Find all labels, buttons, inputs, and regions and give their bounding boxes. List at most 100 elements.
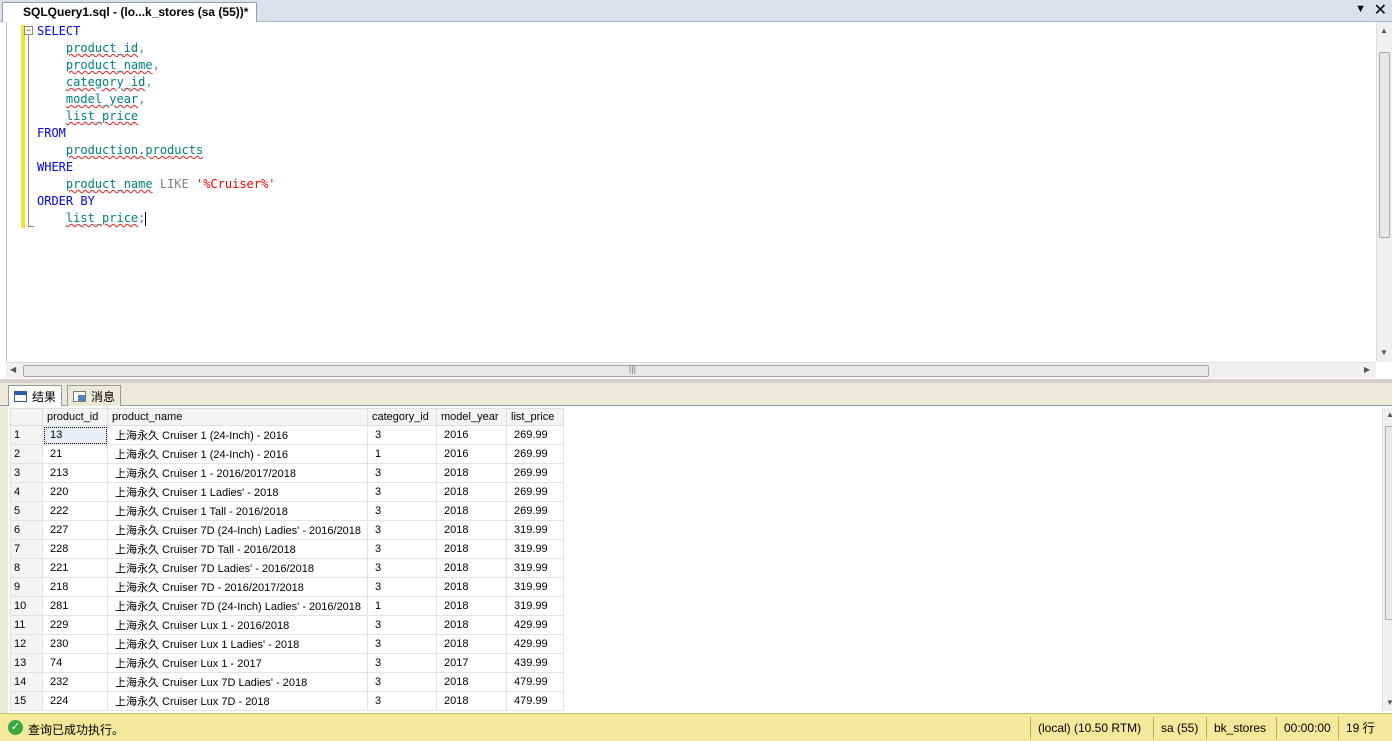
cell-category-id[interactable]: 3: [367, 539, 437, 559]
cell-category-id[interactable]: 3: [367, 653, 437, 673]
cell-product-id[interactable]: 281: [42, 596, 108, 616]
cell-product-name[interactable]: 上海永久 Cruiser 7D (24-Inch) Ladies' - 2016…: [107, 520, 368, 540]
cell-model-year[interactable]: 2018: [436, 596, 507, 616]
cell-category-id[interactable]: 1: [367, 444, 437, 464]
editor-vertical-scrollbar[interactable]: ▲ ▼: [1376, 22, 1392, 362]
cell-product-name[interactable]: 上海永久 Cruiser 7D (24-Inch) Ladies' - 2016…: [107, 596, 368, 616]
scroll-thumb[interactable]: [1379, 52, 1390, 238]
cell-product-name[interactable]: 上海永久 Cruiser 1 Tall - 2016/2018: [107, 501, 368, 521]
cell-product-name[interactable]: 上海永久 Cruiser 1 (24-Inch) - 2016: [107, 444, 368, 464]
cell-model-year[interactable]: 2018: [436, 672, 507, 692]
cell-product-name[interactable]: 上海永久 Cruiser 7D Tall - 2016/2018: [107, 539, 368, 559]
cell-list-price[interactable]: 479.99: [506, 691, 564, 711]
table-row[interactable]: 13 74 上海永久 Cruiser Lux 1 - 2017 3 2017 439.99: [10, 653, 564, 673]
cell-product-name[interactable]: 上海永久 Cruiser 7D Ladies' - 2016/2018: [107, 558, 368, 578]
row-number[interactable]: 4: [10, 482, 43, 502]
table-row[interactable]: 6 227 上海永久 Cruiser 7D (24-Inch) Ladies' - …: [10, 520, 564, 540]
cell-list-price[interactable]: 269.99: [506, 444, 564, 464]
row-number[interactable]: 11: [10, 615, 43, 635]
cell-product-id[interactable]: 21: [42, 444, 108, 464]
cell-model-year[interactable]: 2016: [436, 425, 507, 445]
code-text[interactable]: SELECT product_id, product_name, categor…: [37, 23, 275, 227]
cell-list-price[interactable]: 319.99: [506, 577, 564, 597]
scroll-thumb[interactable]: |||: [23, 364, 1209, 377]
row-number[interactable]: 15: [10, 691, 43, 711]
cell-category-id[interactable]: 3: [367, 482, 437, 502]
row-number[interactable]: 7: [10, 539, 43, 559]
cell-product-name[interactable]: 上海永久 Cruiser Lux 1 Ladies' - 2018: [107, 634, 368, 654]
row-number[interactable]: 9: [10, 577, 43, 597]
cell-product-name[interactable]: 上海永久 Cruiser Lux 7D - 2018: [107, 691, 368, 711]
tab-dropdown-icon[interactable]: ▼: [1355, 3, 1366, 15]
cell-list-price[interactable]: 319.99: [506, 520, 564, 540]
cell-product-name[interactable]: 上海永久 Cruiser 1 - 2016/2017/2018: [107, 463, 368, 483]
cell-model-year[interactable]: 2017: [436, 653, 507, 673]
table-row[interactable]: 8 221 上海永久 Cruiser 7D Ladies' - 2016/2018 3…: [10, 558, 564, 578]
grid-vertical-scrollbar[interactable]: ▲ ▼: [1382, 408, 1392, 711]
cell-model-year[interactable]: 2018: [436, 691, 507, 711]
cell-product-id[interactable]: 213: [42, 463, 108, 483]
table-row[interactable]: 5 222 上海永久 Cruiser 1 Tall - 2016/2018 3 2018…: [10, 501, 564, 521]
cell-list-price[interactable]: 269.99: [506, 501, 564, 521]
cell-list-price[interactable]: 439.99: [506, 653, 564, 673]
cell-product-name[interactable]: 上海永久 Cruiser Lux 7D Ladies' - 2018: [107, 672, 368, 692]
cell-product-id[interactable]: 227: [42, 520, 108, 540]
table-row[interactable]: 9 218 上海永久 Cruiser 7D - 2016/2017/2018 3 201…: [10, 577, 564, 597]
table-row[interactable]: 15 224 上海永久 Cruiser Lux 7D - 2018 3 2018 479.…: [10, 691, 564, 711]
cell-list-price[interactable]: 429.99: [506, 634, 564, 654]
cell-product-name[interactable]: 上海永久 Cruiser 1 Ladies' - 2018: [107, 482, 368, 502]
cell-category-id[interactable]: 3: [367, 558, 437, 578]
cell-category-id[interactable]: 3: [367, 691, 437, 711]
sql-editor[interactable]: − SELECT product_id, product_name, categ…: [0, 22, 1392, 379]
cell-list-price[interactable]: 319.99: [506, 596, 564, 616]
cell-category-id[interactable]: 3: [367, 634, 437, 654]
table-row[interactable]: 1 13 上海永久 Cruiser 1 (24-Inch) - 2016 3 2016 2…: [10, 425, 564, 445]
tab-results[interactable]: 结果: [8, 385, 63, 407]
editor-horizontal-scrollbar[interactable]: ◀ ||| ▶: [6, 362, 1376, 378]
cell-product-id[interactable]: 232: [42, 672, 108, 692]
table-row[interactable]: 3 213 上海永久 Cruiser 1 - 2016/2017/2018 3 2018…: [10, 463, 564, 483]
column-header[interactable]: product_name: [107, 408, 368, 426]
scroll-down-icon[interactable]: ▼: [1380, 348, 1388, 357]
row-number[interactable]: 10: [10, 596, 43, 616]
cell-product-name[interactable]: 上海永久 Cruiser Lux 1 - 2017: [107, 653, 368, 673]
table-row[interactable]: 10 281 上海永久 Cruiser 7D (24-Inch) Ladies' -…: [10, 596, 564, 616]
cell-category-id[interactable]: 3: [367, 425, 437, 445]
cell-list-price[interactable]: 479.99: [506, 672, 564, 692]
collapse-icon[interactable]: −: [24, 26, 33, 35]
cell-category-id[interactable]: 3: [367, 463, 437, 483]
cell-model-year[interactable]: 2018: [436, 615, 507, 635]
scroll-up-icon[interactable]: ▲: [1380, 26, 1388, 35]
row-number[interactable]: 8: [10, 558, 43, 578]
column-header[interactable]: product_id: [42, 408, 108, 426]
table-row[interactable]: 11 229 上海永久 Cruiser Lux 1 - 2016/2018 3 2018…: [10, 615, 564, 635]
cell-product-name[interactable]: 上海永久 Cruiser Lux 1 - 2016/2018: [107, 615, 368, 635]
column-header[interactable]: category_id: [367, 408, 437, 426]
cell-product-name[interactable]: 上海永久 Cruiser 1 (24-Inch) - 2016: [107, 425, 368, 445]
row-number[interactable]: 5: [10, 501, 43, 521]
cell-model-year[interactable]: 2018: [436, 520, 507, 540]
row-number[interactable]: 2: [10, 444, 43, 464]
table-row[interactable]: 14 232 上海永久 Cruiser Lux 7D Ladies' - 2018 3…: [10, 672, 564, 692]
cell-model-year[interactable]: 2016: [436, 444, 507, 464]
document-tab[interactable]: SQLQuery1.sql - (lo...k_stores (sa (55))…: [2, 2, 258, 23]
cell-list-price[interactable]: 319.99: [506, 539, 564, 559]
table-row[interactable]: 4 220 上海永久 Cruiser 1 Ladies' - 2018 3 2018 26…: [10, 482, 564, 502]
cell-list-price[interactable]: 319.99: [506, 558, 564, 578]
cell-category-id[interactable]: 3: [367, 615, 437, 635]
table-row[interactable]: 12 230 上海永久 Cruiser Lux 1 Ladies' - 2018 3 2…: [10, 634, 564, 654]
cell-category-id[interactable]: 3: [367, 672, 437, 692]
cell-list-price[interactable]: 429.99: [506, 615, 564, 635]
column-header[interactable]: model_year: [436, 408, 507, 426]
cell-list-price[interactable]: 269.99: [506, 425, 564, 445]
cell-product-id[interactable]: 222: [42, 501, 108, 521]
cell-product-id[interactable]: 218: [42, 577, 108, 597]
scroll-right-icon[interactable]: ▶: [1364, 365, 1370, 374]
row-number[interactable]: 13: [10, 653, 43, 673]
cell-product-id[interactable]: 224: [42, 691, 108, 711]
table-row[interactable]: 7 228 上海永久 Cruiser 7D Tall - 2016/2018 3 201…: [10, 539, 564, 559]
cell-product-id[interactable]: 229: [42, 615, 108, 635]
scroll-down-icon[interactable]: ▼: [1386, 698, 1392, 707]
cell-product-id[interactable]: 74: [42, 653, 108, 673]
cell-category-id[interactable]: 1: [367, 596, 437, 616]
